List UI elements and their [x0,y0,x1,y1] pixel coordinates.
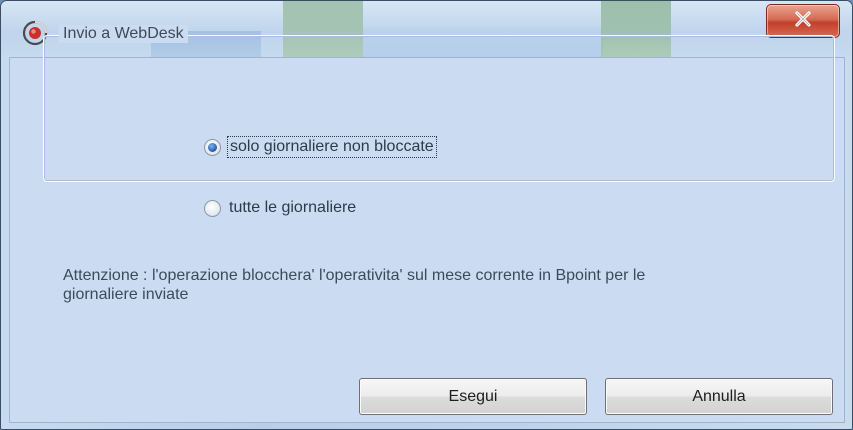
groupbox-title: Invio a WebDesk [59,25,188,43]
radio-button-unchecked[interactable] [204,199,221,217]
warning-line-2: giornaliere inviate [63,286,189,303]
dialog-window: Invio a WebDesk solo giornaliere non blo… [0,0,853,430]
radio-label-unlocked[interactable]: solo giornaliere non bloccate [227,136,437,158]
close-button[interactable] [766,4,840,38]
warning-line-1: Attenzione : l'operazione bloccherа' l'o… [63,267,646,284]
radio-label-all[interactable]: tutte le giornaliere [227,198,358,218]
radio-option-unlocked[interactable]: solo giornaliere non bloccate [204,136,437,158]
cancel-button[interactable]: Annulla [605,378,833,415]
radio-button-checked[interactable] [204,138,221,156]
close-icon [794,10,812,32]
warning-message: Attenzione : l'operazione bloccherа' l'o… [63,266,833,304]
radio-option-all[interactable]: tutte le giornaliere [204,198,358,218]
execute-button[interactable]: Esegui [359,378,587,415]
webdesk-groupbox [43,35,835,182]
